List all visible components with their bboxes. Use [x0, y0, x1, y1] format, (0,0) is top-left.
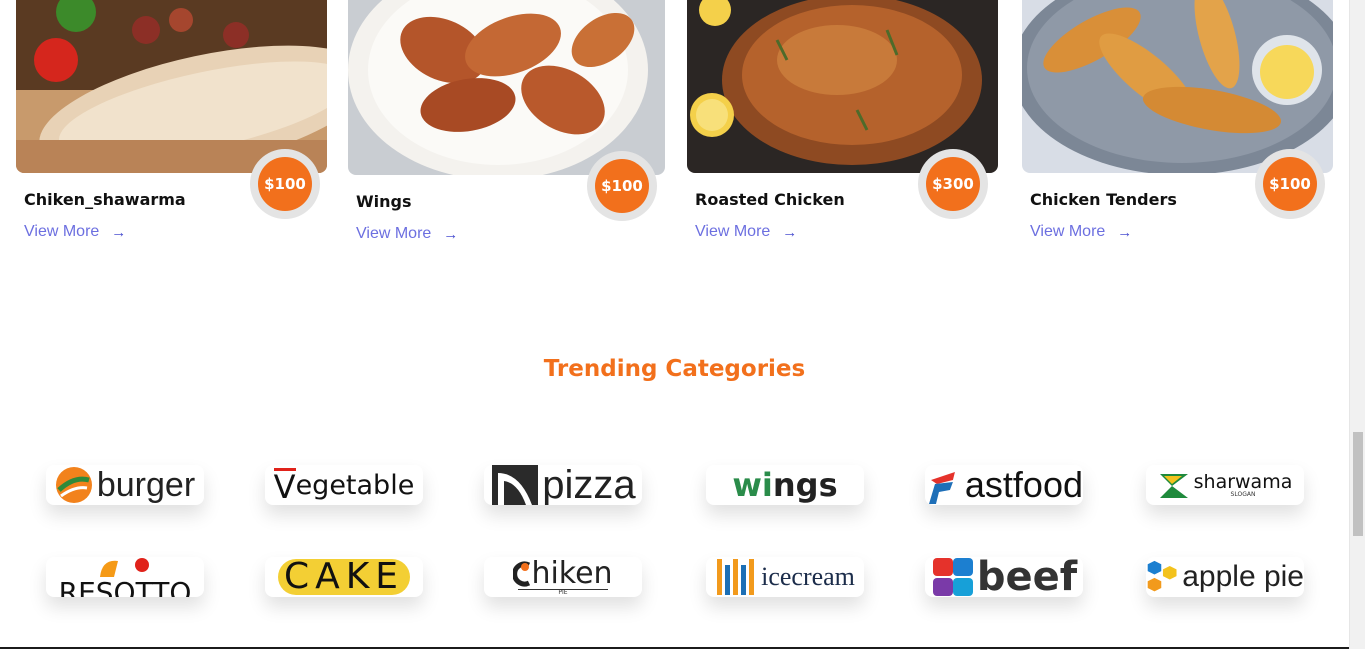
category-resotto[interactable]: RESOTTO: [46, 557, 204, 597]
category-prefix: wi: [732, 466, 773, 504]
scrollbar-thumb[interactable]: [1353, 432, 1363, 536]
product-card: $100 Chiken_shawarma View More →: [16, 0, 327, 250]
category-beef[interactable]: beef: [925, 557, 1083, 597]
price-label: $100: [595, 159, 649, 213]
category-label: beef: [976, 557, 1078, 597]
category-label: astfood: [964, 465, 1083, 505]
product-image-chicken-tenders: [1022, 0, 1333, 173]
page: $100 Chiken_shawarma View More → $100 Wi…: [0, 0, 1349, 649]
category-wings[interactable]: wi ngs: [706, 465, 864, 505]
price-badge: $100: [250, 149, 320, 219]
price-badge: $300: [918, 149, 988, 219]
product-card: $100 Chicken Tenders View More →: [1022, 0, 1333, 250]
view-more-label: View More: [695, 223, 771, 240]
view-more-link[interactable]: View More →: [356, 225, 458, 243]
product-name: Wings: [356, 192, 412, 211]
category-chiken[interactable]: hiken PIE: [484, 557, 642, 597]
price-badge: $100: [587, 151, 657, 221]
price-label: $100: [258, 157, 312, 211]
category-fastfood[interactable]: astfood: [925, 465, 1083, 505]
arrow-right-icon: →: [111, 223, 127, 241]
product-card: $100 Wings View More →: [348, 0, 665, 250]
arrow-right-icon: →: [443, 225, 459, 243]
category-sharwama[interactable]: sharwama SLOGAN: [1146, 465, 1304, 505]
arrow-right-icon: →: [1117, 223, 1133, 241]
view-more-link[interactable]: View More →: [1030, 223, 1132, 241]
category-label: burger: [96, 466, 196, 504]
category-cake[interactable]: CAKE: [265, 557, 423, 597]
burger-logo-icon: [55, 467, 92, 503]
product-name: Roasted Chicken: [695, 190, 845, 209]
category-label: apple pie: [1182, 560, 1304, 593]
price-label: $100: [1263, 157, 1317, 211]
view-more-link[interactable]: View More →: [695, 223, 797, 241]
price-badge: $100: [1255, 149, 1325, 219]
category-sub: SLOGAN: [1230, 490, 1256, 498]
product-image-roasted-chicken: [687, 0, 998, 173]
view-more-label: View More: [1030, 223, 1106, 240]
product-image-wings: [348, 0, 665, 175]
fastfood-logo-icon: [928, 472, 955, 504]
category-label: hiken: [531, 557, 613, 591]
product-name: Chicken Tenders: [1030, 190, 1177, 209]
category-label: icecream: [761, 562, 855, 591]
category-label: pizza: [542, 465, 636, 505]
pizza-logo-icon: [492, 465, 539, 505]
price-label: $300: [926, 157, 980, 211]
category-wordmark: hiken: [513, 557, 613, 591]
trending-categories-title: Trending Categories: [543, 356, 806, 382]
chiken-logo-icon: [513, 561, 531, 586]
apple-pie-logo-icon: [1147, 560, 1177, 592]
product-card: $300 Roasted Chicken View More →: [687, 0, 998, 250]
arrow-right-icon: →: [782, 223, 798, 241]
category-initial: V: [273, 467, 296, 505]
category-wordmark: sharwama SLOGAN: [1193, 470, 1293, 498]
category-burger[interactable]: burger: [46, 465, 204, 505]
category-label: CAKE: [277, 559, 411, 595]
category-label: sharwama: [1193, 470, 1293, 493]
category-label: RESOTTO: [58, 576, 192, 598]
product-image-shawarma: [16, 0, 327, 173]
beef-logo-icon: [932, 558, 973, 596]
view-more-link[interactable]: View More →: [24, 223, 126, 241]
sharwama-logo-icon: [1159, 474, 1188, 498]
category-apple-pie[interactable]: apple pie: [1146, 557, 1304, 597]
icecream-logo-icon: [717, 559, 755, 595]
category-pizza[interactable]: pizza: [484, 465, 642, 505]
category-icecream[interactable]: icecream: [706, 557, 864, 597]
view-more-label: View More: [356, 225, 432, 242]
category-vegetable[interactable]: V egetable: [265, 465, 423, 505]
product-name: Chiken_shawarma: [24, 190, 186, 209]
category-label: ngs: [772, 466, 838, 504]
vertical-scrollbar[interactable]: [1349, 0, 1365, 649]
resotto-logo-icon: [100, 558, 149, 577]
category-label: egetable: [295, 469, 415, 501]
view-more-label: View More: [24, 223, 100, 240]
category-sub: PIE: [518, 588, 608, 596]
